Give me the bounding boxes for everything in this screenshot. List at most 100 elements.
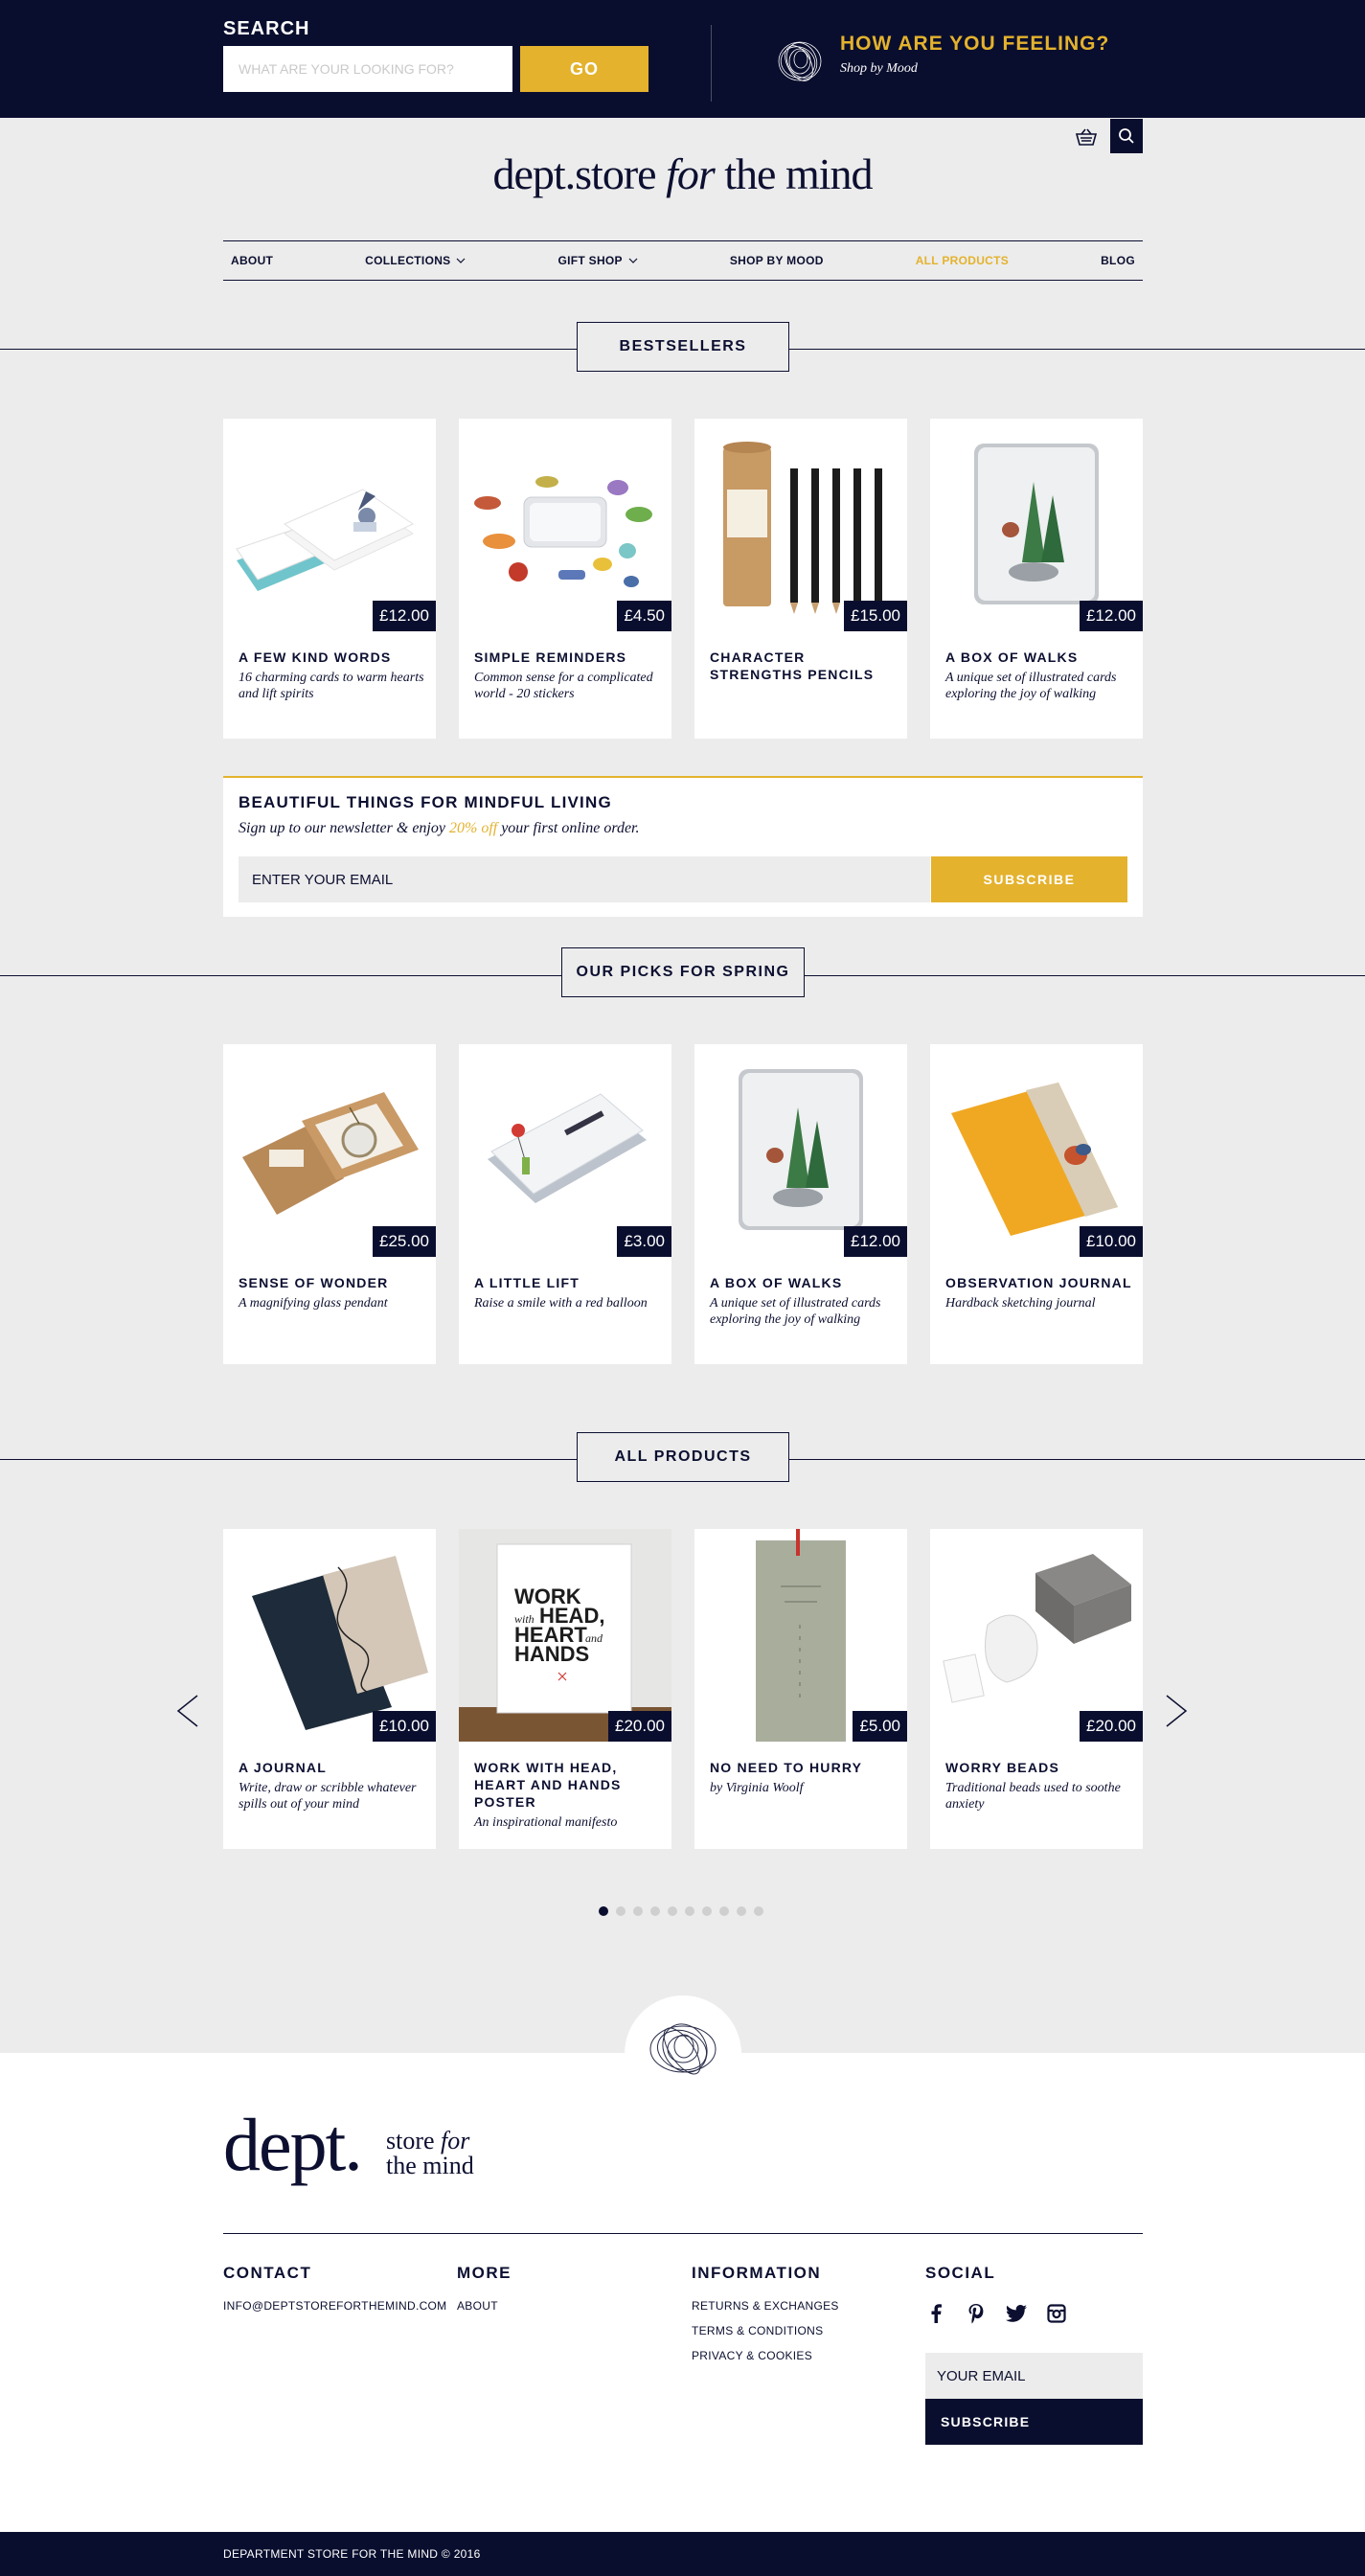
product-image-pencils (694, 419, 907, 631)
product-image-pendant-box (223, 1044, 436, 1257)
scribble-icon (649, 2023, 717, 2075)
footer-heading-more: MORE (457, 2264, 512, 2282)
product-title[interactable]: A LITTLE LIFT (474, 1274, 662, 1291)
price-tag: £10.00 (1080, 1226, 1143, 1257)
carousel-next-arrow-icon[interactable] (1157, 1682, 1195, 1740)
product-card[interactable]: £10.00 OBSERVATION JOURNAL Hardback sket… (930, 1044, 1143, 1364)
product-image-bookmark (694, 1529, 907, 1742)
nav-collections[interactable]: COLLECTIONS (365, 254, 466, 267)
logo-italic: for (666, 149, 716, 198)
nav-blog[interactable]: BLOG (1101, 254, 1135, 267)
product-image-walks-tin (930, 419, 1143, 631)
product-card[interactable]: £12.00 A BOX OF WALKS A unique set of il… (930, 419, 1143, 739)
instagram-icon[interactable] (1046, 2303, 1067, 2324)
price-tag: £12.00 (844, 1226, 907, 1257)
footer-link-privacy[interactable]: PRIVACY & COOKIES (692, 2349, 812, 2362)
poster-line-hands: HANDS (514, 1642, 589, 1666)
go-button[interactable]: GO (520, 46, 648, 92)
footer-link-terms[interactable]: TERMS & CONDITIONS (692, 2324, 823, 2337)
nav-about[interactable]: ABOUT (231, 254, 273, 267)
footer-subscribe-button[interactable]: SUBSCRIBE (925, 2399, 1143, 2445)
footer-heading-contact: CONTACT (223, 2264, 312, 2282)
product-card[interactable]: £15.00 CHARACTER STRENGTHS PENCILS (694, 419, 907, 739)
carousel-dot[interactable] (685, 1906, 694, 1916)
product-card[interactable]: £12.00 A FEW KIND WORDS 16 charming card… (223, 419, 436, 739)
price-tag: £12.00 (373, 601, 436, 631)
product-card[interactable]: £20.00 WORRY BEADS Traditional beads use… (930, 1529, 1143, 1849)
product-description: Write, draw or scribble whatever spills … (239, 1781, 417, 1812)
search-input[interactable] (223, 46, 512, 92)
site-logo[interactable]: dept.store for the mind (0, 148, 1365, 199)
nav-all-products[interactable]: ALL PRODUCTS (916, 254, 1009, 267)
footer-link-about[interactable]: ABOUT (457, 2299, 498, 2313)
carousel-dot[interactable] (668, 1906, 677, 1916)
footer-logo-line1: store for (386, 2129, 474, 2154)
price-tag: £15.00 (844, 601, 907, 631)
twitter-icon[interactable] (1006, 2303, 1027, 2324)
product-card[interactable]: £12.00 A BOX OF WALKS A unique set of il… (694, 1044, 907, 1364)
mood-title[interactable]: HOW ARE YOU FEELING? (840, 33, 1109, 56)
carousel-dot[interactable] (616, 1906, 626, 1916)
carousel-dot[interactable] (719, 1906, 729, 1916)
carousel-prev-arrow-icon[interactable] (169, 1682, 207, 1740)
nav-shop-by-mood[interactable]: SHOP BY MOOD (730, 254, 824, 267)
product-description: Raise a smile with a red balloon (474, 1296, 648, 1311)
product-description: Common sense for a complicated world - 2… (474, 671, 653, 701)
carousel-dot[interactable] (633, 1906, 643, 1916)
price-tag: £20.00 (608, 1711, 671, 1742)
facebook-icon[interactable] (925, 2303, 946, 2324)
social-icons (925, 2303, 1067, 2324)
product-title[interactable]: SENSE OF WONDER (239, 1274, 426, 1291)
product-title[interactable]: OBSERVATION JOURNAL (945, 1274, 1133, 1291)
carousel-dot[interactable] (754, 1906, 763, 1916)
product-description: An inspirational manifesto (474, 1815, 618, 1830)
discount-highlight: 20% off (448, 820, 498, 836)
carousel-dots (599, 1906, 763, 1916)
product-title[interactable]: SIMPLE REMINDERS (474, 649, 662, 666)
product-title[interactable]: NO NEED TO HURRY (710, 1759, 898, 1776)
newsletter-subscribe-button[interactable]: SUBSCRIBE (931, 856, 1127, 902)
bottom-bar (0, 2532, 1365, 2576)
nav-label: BLOG (1101, 254, 1135, 267)
product-title[interactable]: A BOX OF WALKS (945, 649, 1133, 666)
product-card[interactable]: £3.00 A LITTLE LIFT Raise a smile with a… (459, 1044, 671, 1364)
product-image-yellow-journal (930, 1044, 1143, 1257)
product-description: Traditional beads used to soothe anxiety (945, 1781, 1121, 1812)
product-card[interactable]: £5.00 NO NEED TO HURRY by Virginia Woolf (694, 1529, 907, 1849)
top-bar (0, 0, 1365, 118)
footer (0, 2053, 1365, 2532)
carousel-dot[interactable] (650, 1906, 660, 1916)
carousel-dot[interactable] (737, 1906, 746, 1916)
basket-icon[interactable] (1070, 123, 1103, 151)
newsletter-email-input[interactable] (239, 856, 930, 902)
scribble-icon[interactable] (771, 33, 829, 90)
product-title[interactable]: CHARACTER STRENGTHS PENCILS (710, 649, 898, 683)
product-title[interactable]: WORRY BEADS (945, 1759, 1133, 1776)
product-title[interactable]: WORK WITH HEAD, HEART AND HANDS POSTER (474, 1759, 662, 1811)
footer-link-returns[interactable]: RETURNS & EXCHANGES (692, 2299, 839, 2313)
product-description: A unique set of illustrated cards explor… (710, 1296, 881, 1327)
pinterest-icon[interactable] (966, 2303, 987, 2324)
product-description: A unique set of illustrated cards explor… (945, 671, 1117, 701)
carousel-dot[interactable] (599, 1906, 608, 1916)
product-title[interactable]: A FEW KIND WORDS (239, 649, 426, 666)
mood-subtitle[interactable]: Shop by Mood (840, 61, 918, 77)
product-card[interactable]: WORK with HEAD, HEART and HANDS £20.00 W… (459, 1529, 671, 1849)
product-card[interactable]: £10.00 A JOURNAL Write, draw or scribble… (223, 1529, 436, 1849)
product-title[interactable]: A JOURNAL (239, 1759, 426, 1776)
product-card[interactable]: £4.50 SIMPLE REMINDERS Common sense for … (459, 419, 671, 739)
product-image-lift-tin (459, 1044, 671, 1257)
price-tag: £10.00 (373, 1711, 436, 1742)
product-card[interactable]: £25.00 SENSE OF WONDER A magnifying glas… (223, 1044, 436, 1364)
footer-logo-for: for (441, 2127, 470, 2154)
footer-contact-email[interactable]: INFO@DEPTSTOREFORTHEMIND.COM (223, 2299, 446, 2313)
product-description: A magnifying glass pendant (239, 1296, 388, 1311)
footer-email-input[interactable] (925, 2353, 1143, 2399)
nav-gift-shop[interactable]: GIFT SHOP (557, 254, 638, 267)
nav-label: ABOUT (231, 254, 274, 267)
carousel-dot[interactable] (702, 1906, 712, 1916)
product-title[interactable]: A BOX OF WALKS (710, 1274, 898, 1291)
footer-logo[interactable]: dept. (223, 2108, 363, 2182)
product-image-navy-journal (223, 1529, 436, 1742)
nav-label: GIFT SHOP (557, 254, 623, 267)
